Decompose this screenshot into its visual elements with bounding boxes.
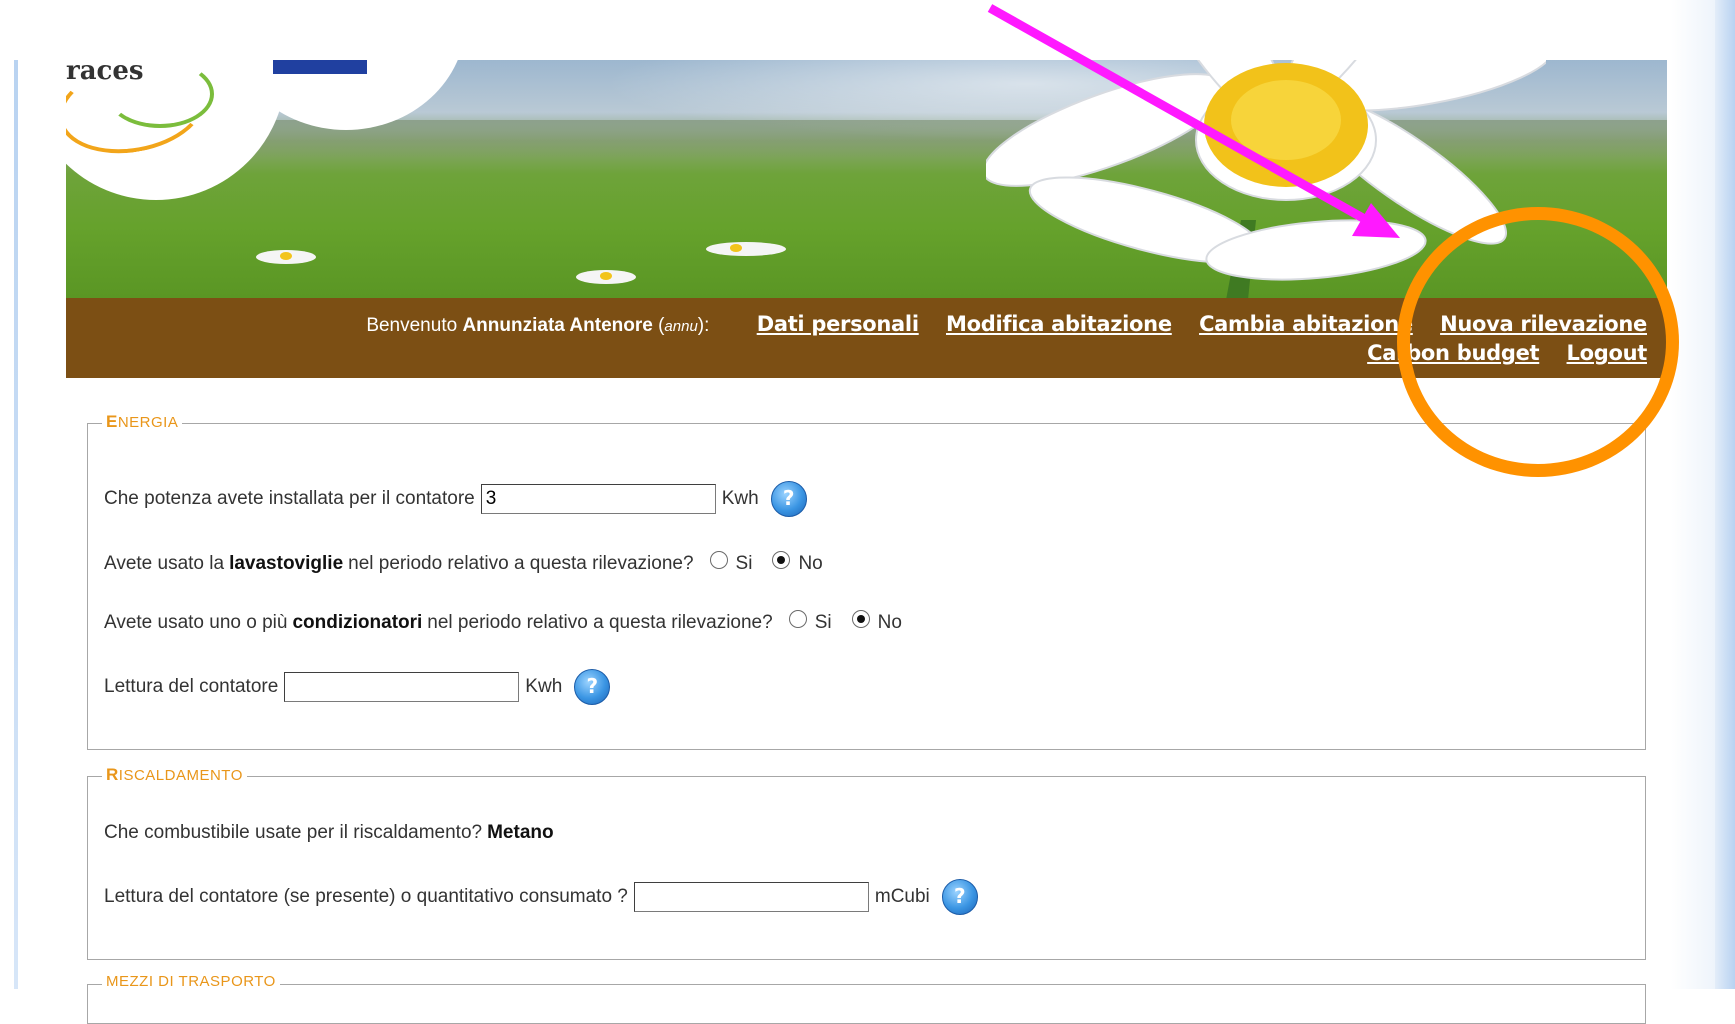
fuel-question: Che combustibile usate per il riscaldame…	[104, 822, 483, 843]
heating-meter-input[interactable]	[633, 882, 869, 912]
energy-meter-unit: Kwh	[525, 676, 563, 697]
user-nav-bar: Benvenuto Annunziata Antenore (annu): Da…	[66, 298, 1667, 378]
change-house-link[interactable]: Cambia abitazione	[1199, 312, 1413, 336]
dishwasher-yes-radio[interactable]	[709, 551, 728, 569]
ac-term: condizionatori	[292, 612, 423, 633]
transport-legend: MEZZI DI TRASPORTO	[102, 973, 280, 990]
dishwasher-row: Avete usato la lavastoviglie nel periodo…	[104, 551, 823, 574]
power-input[interactable]	[480, 484, 716, 514]
help-icon[interactable]	[770, 481, 807, 517]
heating-meter-label: Lettura del contatore (se presente) o qu…	[104, 886, 628, 907]
ac-yes-label: Si	[814, 612, 832, 633]
logo-text: races	[66, 60, 144, 86]
user-id: annu	[664, 318, 698, 335]
power-unit: Kwh	[721, 488, 759, 509]
energy-meter-input[interactable]	[284, 672, 520, 702]
ac-yes-radio[interactable]	[788, 610, 807, 628]
energy-section: ENERGIA Che potenza avete installata per…	[87, 412, 1646, 750]
welcome-message: Benvenuto Annunziata Antenore (annu):	[366, 315, 710, 336]
dishwasher-yes-label: Si	[735, 553, 753, 574]
nav-row-primary: Benvenuto Annunziata Antenore (annu): Da…	[366, 312, 1647, 337]
eu-flag-icon	[273, 60, 367, 74]
edit-house-link[interactable]: Modifica abitazione	[946, 312, 1172, 336]
help-icon[interactable]	[574, 669, 611, 705]
ac-no-label: No	[877, 612, 902, 633]
heating-section: RISCALDAMENTO Che combustibile usate per…	[87, 765, 1646, 960]
left-frame-rule	[14, 60, 18, 989]
energy-legend: ENERGIA	[102, 412, 183, 432]
personal-data-link[interactable]: Dati personali	[757, 312, 919, 336]
energy-meter-row: Lettura del contatore Kwh	[104, 669, 611, 705]
dishwasher-no-label: No	[798, 553, 823, 574]
right-frame-band	[1715, 0, 1735, 989]
energy-meter-label: Lettura del contatore	[104, 676, 279, 697]
dishwasher-no-radio[interactable]	[772, 551, 791, 569]
power-row: Che potenza avete installata per il cont…	[104, 481, 807, 517]
daisy-image	[986, 60, 1546, 298]
user-name: Annunziata Antenore	[462, 315, 653, 336]
new-reading-link[interactable]: Nuova rilevazione	[1440, 312, 1647, 336]
ac-no-radio[interactable]	[851, 610, 870, 628]
transport-section: MEZZI DI TRASPORTO	[87, 973, 1646, 1024]
carbon-budget-link[interactable]: Carbon budget	[1367, 341, 1539, 365]
heating-meter-row: Lettura del contatore (se presente) o qu…	[104, 879, 978, 915]
logout-link[interactable]: Logout	[1567, 341, 1648, 365]
heating-meter-unit: mCubi	[874, 886, 930, 907]
dishwasher-term: lavastoviglie	[229, 553, 344, 574]
help-icon[interactable]	[941, 879, 978, 915]
fuel-row: Che combustibile usate per il riscaldame…	[104, 822, 559, 844]
right-frame-stripe	[1671, 0, 1715, 989]
nav-row-secondary: Carbon budget Logout	[1367, 341, 1647, 366]
fuel-value: Metano	[487, 822, 554, 843]
ac-row: Avete usato uno o più condizionatori nel…	[104, 610, 902, 633]
heating-legend: RISCALDAMENTO	[102, 765, 247, 785]
header-banner: races	[66, 60, 1667, 298]
power-question: Che potenza avete installata per il cont…	[104, 488, 475, 509]
